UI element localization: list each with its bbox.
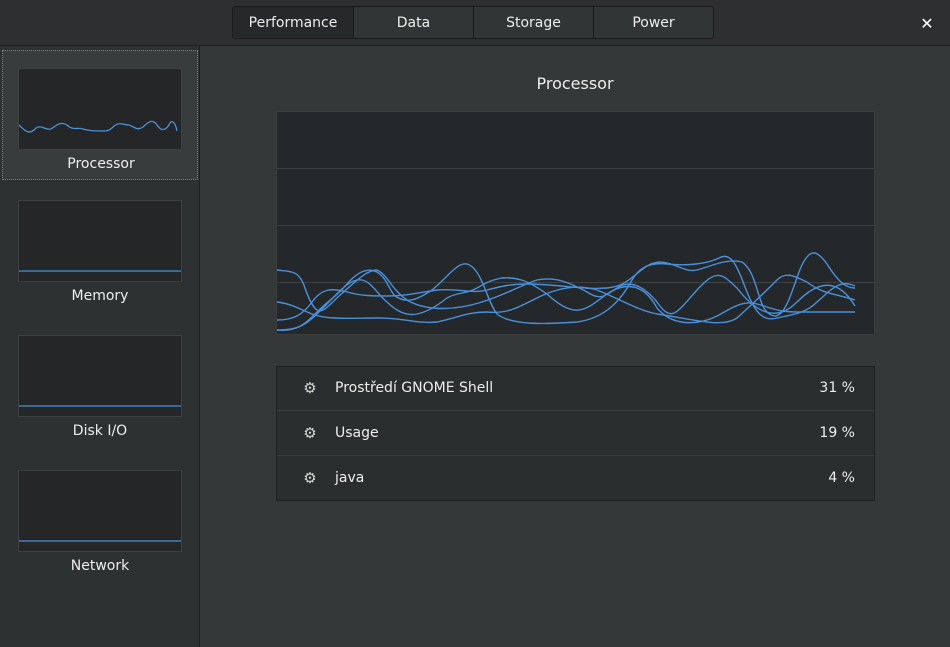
disk-io-thumbnail-graph (18, 335, 182, 417)
process-row[interactable]: ⚙ Usage 19 % (277, 412, 874, 456)
tab-storage[interactable]: Storage (473, 7, 593, 38)
process-row[interactable]: ⚙ Prostředí GNOME Shell 31 % (277, 367, 874, 411)
tab-data[interactable]: Data (353, 7, 473, 38)
sidebar: Processor Memory Disk I/O Network (0, 46, 200, 647)
gears-icon: ⚙ (303, 469, 317, 487)
process-row[interactable]: ⚙ java 4 % (277, 457, 874, 501)
process-usage: 19 % (819, 425, 855, 441)
network-thumbnail-graph (18, 470, 182, 552)
sidebar-item-disk-io[interactable]: Disk I/O (2, 317, 198, 447)
sidebar-item-label: Processor (67, 156, 135, 172)
process-usage: 31 % (819, 380, 855, 396)
memory-thumbnail-graph (18, 200, 182, 282)
view-switcher: Performance Data Storage Power (232, 6, 714, 39)
process-list: ⚙ Prostředí GNOME Shell 31 % ⚙ Usage 19 … (276, 366, 875, 501)
process-name: Prostředí GNOME Shell (335, 380, 494, 396)
gears-icon: ⚙ (303, 424, 317, 442)
gears-icon: ⚙ (303, 379, 317, 397)
process-name: java (335, 470, 365, 486)
tab-performance[interactable]: Performance (233, 7, 353, 38)
close-icon[interactable]: ✕ (916, 12, 938, 34)
page-title: Processor (536, 74, 614, 93)
tab-power[interactable]: Power (593, 7, 713, 38)
sidebar-item-label: Disk I/O (72, 423, 128, 439)
processor-usage-graph (276, 111, 875, 335)
sidebar-item-label: Memory (71, 288, 129, 304)
sidebar-item-processor[interactable]: Processor (2, 50, 198, 180)
processor-thumbnail-graph (18, 68, 182, 150)
sidebar-item-network[interactable]: Network (2, 452, 198, 582)
sidebar-item-label: Network (70, 558, 130, 574)
sidebar-item-memory[interactable]: Memory (2, 182, 198, 312)
process-usage: 4 % (828, 470, 855, 486)
header-bar: Performance Data Storage Power ✕ (0, 0, 950, 46)
process-name: Usage (335, 425, 379, 441)
